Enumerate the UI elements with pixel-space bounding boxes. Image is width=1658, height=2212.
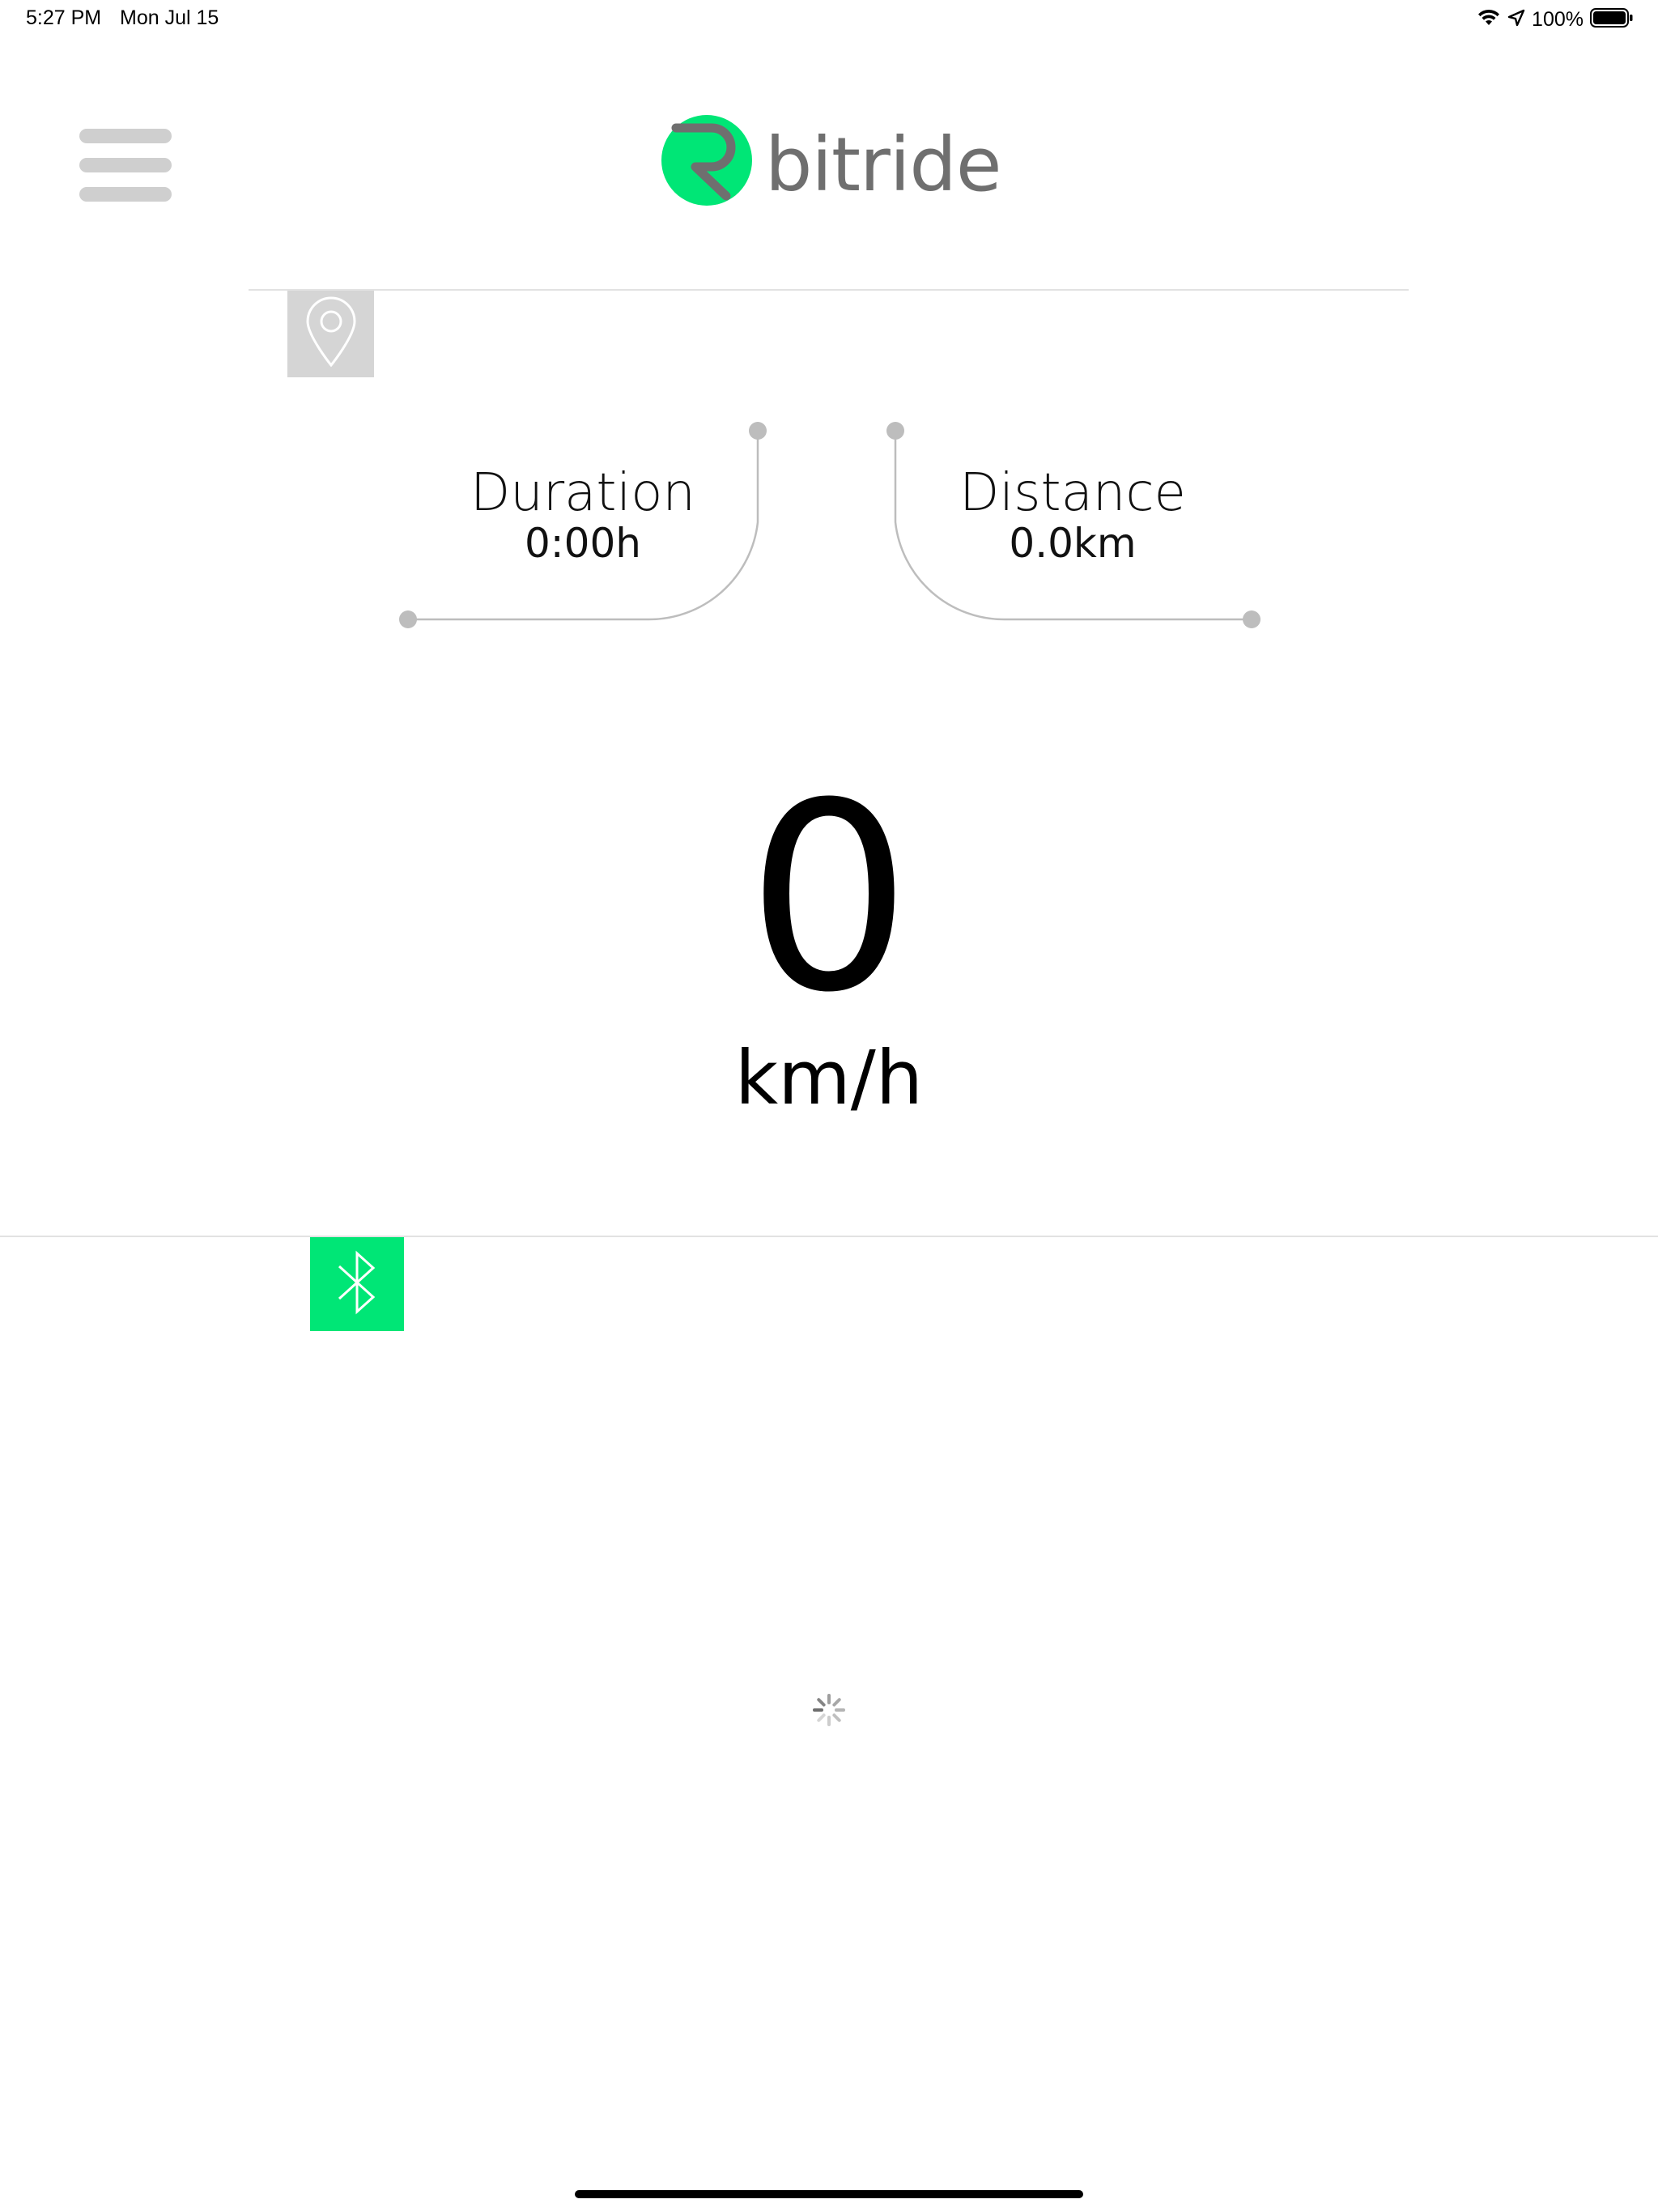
status-bar: 5:27 PM Mon Jul 15 100% bbox=[0, 0, 1658, 39]
battery-percent: 100% bbox=[1532, 7, 1584, 31]
speed-unit: km/h bbox=[734, 1035, 924, 1121]
battery-icon bbox=[1590, 7, 1634, 32]
activity-spinner-icon bbox=[811, 1692, 847, 1728]
map-pin-icon bbox=[304, 296, 358, 372]
status-indicators: 100% bbox=[1477, 6, 1634, 32]
location-button[interactable] bbox=[287, 291, 374, 377]
logo-mark-icon bbox=[661, 115, 752, 206]
hamburger-menu-button[interactable] bbox=[79, 127, 173, 205]
bitride-logo: bitride bbox=[661, 110, 1001, 211]
bluetooth-icon bbox=[333, 1245, 381, 1324]
bluetooth-button[interactable] bbox=[310, 1237, 404, 1331]
distance-value: 0.0km bbox=[1009, 520, 1137, 567]
status-time: 5:27 PM bbox=[26, 6, 102, 29]
section-divider bbox=[0, 1236, 1658, 1237]
speed-value: 0 bbox=[746, 748, 912, 1049]
duration-value: 0:00h bbox=[525, 520, 641, 567]
menu-bar bbox=[79, 129, 172, 143]
distance-label: Distance bbox=[959, 463, 1186, 523]
status-date: Mon Jul 15 bbox=[120, 6, 219, 29]
location-arrow-icon bbox=[1507, 9, 1525, 31]
menu-bar bbox=[79, 187, 172, 202]
menu-bar bbox=[79, 158, 172, 172]
home-indicator[interactable] bbox=[575, 2190, 1083, 2198]
duration-label: Duration bbox=[470, 463, 695, 523]
header-divider bbox=[249, 289, 1409, 291]
wifi-icon bbox=[1477, 8, 1501, 32]
logo-text: bitride bbox=[765, 121, 1001, 208]
